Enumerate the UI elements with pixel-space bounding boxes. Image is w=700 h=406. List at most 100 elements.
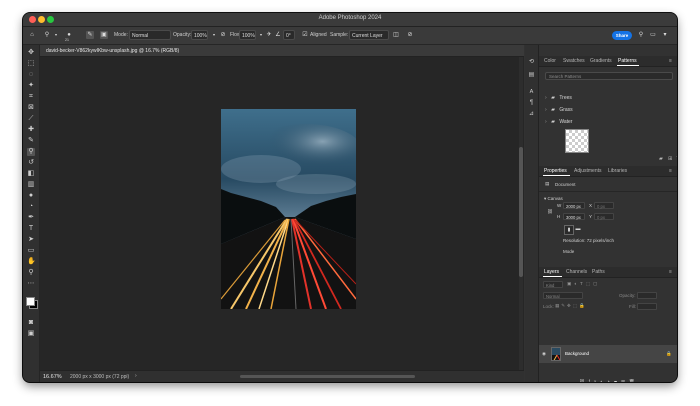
chevron-down-icon[interactable]: ▾ [52, 31, 60, 39]
character-icon[interactable]: A [528, 89, 535, 96]
clone-source-icon[interactable]: ▣ [100, 31, 108, 39]
ignore-adjustment-icon[interactable]: ◫ [392, 31, 400, 39]
chevron-down-icon[interactable]: ▾ [210, 31, 218, 39]
layers-bottom-icons[interactable]: ⛓fx◐◑▰⊞🗑 [579, 379, 639, 382]
pattern-group-water[interactable]: › ▰ Water [545, 118, 673, 127]
panel-menu-icon[interactable]: ≡ [669, 168, 672, 174]
foreground-color-swatch[interactable] [26, 297, 35, 306]
visibility-eye-icon[interactable]: ◉ [542, 351, 546, 357]
airbrush-icon[interactable]: ✈ [265, 31, 273, 39]
sample-select[interactable]: Current Layer [349, 30, 389, 40]
type-tool-icon[interactable]: T [27, 225, 35, 233]
angle-field[interactable]: 0° [283, 30, 295, 40]
zoom-tool-icon[interactable]: ⚲ [27, 269, 35, 277]
x-field[interactable]: 0 px [594, 202, 614, 209]
link-dimensions-icon[interactable]: ⛓ [547, 209, 553, 215]
quick-mask-icon[interactable]: ◙ [27, 319, 35, 327]
dodge-tool-icon[interactable]: ◔ [27, 203, 35, 211]
artboard-tool-icon[interactable]: ⬚ [27, 60, 35, 68]
pen-tool-icon[interactable]: ✒ [27, 214, 35, 222]
canvas-section-toggle[interactable]: ▾ Canvas [544, 196, 563, 202]
pattern-group-label: Grass [559, 107, 573, 113]
hand-tool-icon[interactable]: ✋ [27, 258, 36, 266]
path-selection-tool-icon[interactable]: ➤ [27, 236, 35, 244]
eyedropper-tool-icon[interactable]: ⟋ [27, 115, 35, 123]
new-pattern-icon[interactable]: ⊞ [668, 156, 672, 162]
portrait-orientation-button[interactable]: ▮ [564, 225, 574, 235]
vertical-scrollbar[interactable] [519, 57, 523, 371]
more-icon[interactable]: ▾ [661, 31, 669, 39]
aligned-checkbox[interactable]: ☑ [301, 31, 309, 39]
layer-row-background[interactable]: ◉ Background 🔒 [539, 345, 677, 363]
horizontal-scroll-thumb[interactable] [240, 375, 415, 378]
more-tools-icon[interactable]: ⋯ [27, 280, 35, 288]
lasso-tool-icon[interactable]: ◌ [27, 71, 35, 79]
frame-tool-icon[interactable]: ⊠ [27, 104, 35, 112]
new-group-icon[interactable]: ▰ [659, 156, 663, 162]
pressure-opacity-icon[interactable]: ⊘ [219, 31, 227, 39]
share-button[interactable]: Share [612, 31, 632, 40]
blur-tool-icon[interactable]: ● [27, 192, 35, 200]
layer-opacity-field[interactable] [637, 292, 657, 299]
tab-patterns[interactable]: Patterns [618, 58, 637, 64]
opacity-field[interactable]: 100% [191, 30, 208, 40]
rectangle-tool-icon[interactable]: ▭ [27, 247, 35, 255]
comments-icon[interactable]: ▤ [528, 72, 535, 79]
home-icon[interactable]: ⌂ [28, 31, 36, 39]
tab-properties[interactable]: Properties [544, 168, 567, 174]
tab-channels[interactable]: Channels [566, 269, 587, 275]
history-brush-tool-icon[interactable]: ↺ [27, 159, 35, 167]
history-icon[interactable]: ⟲ [528, 59, 535, 66]
canvas-image[interactable] [221, 109, 356, 309]
brush-tool-icon[interactable]: ✎ [27, 137, 35, 145]
zoom-level[interactable]: 16.67% [43, 374, 62, 380]
vertical-scroll-thumb[interactable] [519, 147, 523, 277]
panel-menu-icon[interactable]: ≡ [669, 269, 672, 275]
layer-lock-icon[interactable]: 🔒 [666, 351, 672, 357]
tab-layers[interactable]: Layers [544, 269, 559, 275]
y-field[interactable]: 0 px [594, 213, 614, 220]
transparent-pattern-swatch[interactable] [565, 129, 589, 153]
glyphs-icon[interactable]: ⊿ [528, 111, 535, 118]
screen-mode-icon[interactable]: ▣ [27, 330, 35, 338]
clone-stamp-tool-icon[interactable]: ⚲ [27, 148, 35, 156]
width-field[interactable]: 2000 px [563, 202, 585, 209]
tab-color[interactable]: Color [544, 58, 556, 64]
chevron-down-icon[interactable]: ▾ [257, 31, 265, 39]
paragraph-icon[interactable]: ¶ [528, 100, 535, 107]
gradient-tool-icon[interactable]: ▥ [27, 181, 35, 189]
tab-paths[interactable]: Paths [592, 269, 605, 275]
fill-field[interactable] [637, 303, 657, 310]
landscape-orientation-button[interactable]: ▬ [574, 225, 582, 233]
patterns-search-input[interactable]: Search Patterns [545, 72, 673, 80]
blend-mode-select[interactable]: Normal [543, 292, 583, 299]
document-size-info[interactable]: 2000 px x 3000 px (72 ppi) [70, 374, 129, 380]
height-field[interactable]: 3000 px [563, 213, 585, 220]
tab-adjustments[interactable]: Adjustments [574, 168, 602, 174]
workspace-icon[interactable]: ▭ [649, 31, 657, 39]
crop-tool-icon[interactable]: ⌗ [27, 93, 35, 101]
panel-menu-icon[interactable]: ≡ [669, 58, 672, 64]
lock-icons[interactable]: ▦✎✥⬚🔒 [555, 303, 587, 309]
search-icon[interactable]: ⚲ [637, 31, 645, 39]
tab-libraries[interactable]: Libraries [608, 168, 627, 174]
eraser-tool-icon[interactable]: ◧ [27, 170, 35, 178]
trash-icon[interactable]: 🗑 [676, 156, 677, 162]
pressure-size-icon[interactable]: ⊘ [406, 31, 414, 39]
brush-settings-icon[interactable]: ✎ [86, 31, 94, 39]
mode-select[interactable]: Normal [129, 30, 171, 40]
tab-swatches[interactable]: Swatches [563, 58, 585, 64]
flow-field[interactable]: 100% [239, 30, 256, 40]
status-menu-chevron-icon[interactable]: › [135, 373, 137, 379]
tab-gradients[interactable]: Gradients [590, 58, 612, 64]
layer-filter-icons[interactable]: ▣◐T⬚▢ [567, 281, 600, 287]
move-tool-icon[interactable]: ✥ [27, 49, 35, 57]
pattern-group-grass[interactable]: › ▰ Grass [545, 106, 673, 115]
spot-healing-tool-icon[interactable]: ✚ [27, 126, 35, 134]
object-selection-tool-icon[interactable]: ✦ [27, 82, 35, 90]
pattern-group-trees[interactable]: › ▰ Trees [545, 94, 673, 103]
document-tab[interactable]: david-becker-V862kywIKbw-unsplash.jpg @ … [40, 45, 524, 57]
angle-icon[interactable]: ∠ [274, 31, 282, 39]
clone-stamp-tool-icon[interactable]: ⚲ [43, 31, 51, 39]
layer-kind-filter[interactable]: Kind [543, 281, 563, 288]
